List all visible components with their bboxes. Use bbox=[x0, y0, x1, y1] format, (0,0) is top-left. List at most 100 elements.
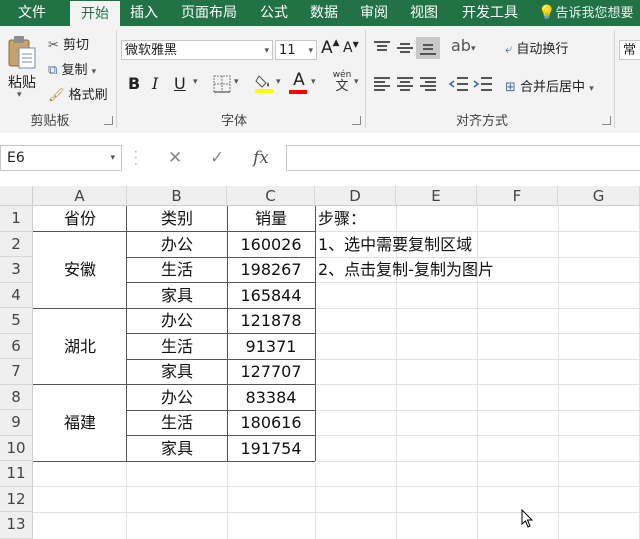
align-right-icon[interactable] bbox=[419, 76, 437, 92]
orientation-icon[interactable]: ab▾ bbox=[451, 36, 476, 55]
grow-font-button[interactable]: A▲ bbox=[321, 38, 340, 58]
tab-home[interactable]: 开始 bbox=[70, 1, 120, 27]
table-cell-category[interactable]: 生活 bbox=[127, 257, 227, 282]
font-size-combo[interactable]: 11 ▾ bbox=[275, 40, 317, 60]
table-cell-sales[interactable]: 83384 bbox=[227, 385, 315, 410]
table-cell-category[interactable]: 办公 bbox=[127, 232, 227, 257]
select-all-corner[interactable] bbox=[0, 186, 33, 206]
chevron-down-icon[interactable]: ▾ bbox=[589, 84, 594, 94]
column-header-f[interactable]: F bbox=[477, 186, 558, 206]
paste-button[interactable]: 粘贴 bbox=[8, 72, 36, 92]
table-cell-category[interactable]: 家具 bbox=[127, 436, 227, 461]
name-box[interactable]: E6 ▾ bbox=[0, 145, 122, 171]
wrap-text-button[interactable]: ⤶ 自动换行 bbox=[505, 38, 568, 57]
header-cell-sales[interactable]: 销量 bbox=[227, 206, 315, 231]
note-cell[interactable]: 步骤： bbox=[318, 206, 366, 231]
font-name-combo[interactable]: 微软雅黑 ▾ bbox=[121, 40, 273, 60]
table-cell-sales[interactable]: 91371 bbox=[227, 334, 315, 359]
formula-input[interactable] bbox=[286, 145, 640, 171]
underline-dropdown-icon[interactable]: ▾ bbox=[193, 77, 198, 87]
alignment-launcher-icon[interactable] bbox=[602, 116, 611, 125]
row-header[interactable]: 3 bbox=[0, 257, 33, 283]
column-header-b[interactable]: B bbox=[127, 186, 227, 206]
table-cell-category[interactable]: 生活 bbox=[127, 334, 227, 359]
copy-dropdown-icon[interactable]: ▾ bbox=[92, 67, 97, 77]
merged-cell-province[interactable]: 安徽 bbox=[33, 257, 127, 282]
italic-button[interactable]: I bbox=[152, 74, 158, 93]
row-header[interactable]: 5 bbox=[0, 308, 33, 334]
cancel-icon[interactable]: ✕ bbox=[168, 145, 182, 171]
table-cell-sales[interactable]: 198267 bbox=[227, 257, 315, 282]
tab-view[interactable]: 视图 bbox=[404, 0, 444, 26]
font-launcher-icon[interactable] bbox=[352, 116, 361, 125]
table-cell-sales[interactable]: 180616 bbox=[227, 410, 315, 435]
tab-page-layout[interactable]: 页面布局 bbox=[174, 0, 244, 26]
tell-me-search[interactable]: 💡告诉我您想要 bbox=[538, 0, 633, 26]
merge-center-button[interactable]: ⊞ 合并后居中 ▾ bbox=[505, 76, 594, 95]
increase-indent-icon[interactable] bbox=[473, 76, 493, 92]
font-color-icon[interactable]: A bbox=[289, 71, 309, 95]
row-header[interactable]: 7 bbox=[0, 359, 33, 385]
table-cell-category[interactable]: 家具 bbox=[127, 359, 227, 384]
borders-icon[interactable] bbox=[213, 75, 231, 93]
column-header-g[interactable]: G bbox=[558, 186, 640, 206]
table-cell-sales[interactable]: 127707 bbox=[227, 359, 315, 384]
underline-button[interactable]: U bbox=[174, 74, 186, 93]
fill-color-dropdown-icon[interactable]: ▾ bbox=[276, 77, 281, 87]
cut-button[interactable]: ✂ 剪切 bbox=[48, 34, 89, 53]
insert-function-button[interactable]: fx bbox=[253, 145, 269, 171]
phonetic-dropdown-icon[interactable]: ▾ bbox=[354, 77, 359, 87]
table-cell-category[interactable]: 生活 bbox=[127, 410, 227, 435]
table-cell-category[interactable]: 办公 bbox=[127, 385, 227, 410]
table-cell-sales[interactable]: 165844 bbox=[227, 283, 315, 308]
fill-color-icon[interactable] bbox=[254, 72, 274, 94]
table-cell-sales[interactable]: 121878 bbox=[227, 308, 315, 333]
enter-icon[interactable]: ✓ bbox=[210, 145, 224, 171]
tab-insert[interactable]: 插入 bbox=[124, 0, 164, 26]
row-header[interactable]: 2 bbox=[0, 231, 33, 257]
tab-data[interactable]: 数据 bbox=[304, 0, 344, 26]
note-cell[interactable]: 1、选中需要复制区域 bbox=[318, 232, 472, 257]
row-header[interactable]: 1 bbox=[0, 206, 33, 232]
column-header-a[interactable]: A bbox=[33, 186, 127, 206]
row-header[interactable]: 12 bbox=[0, 486, 33, 512]
format-painter-button[interactable]: 🖌 格式刷 bbox=[48, 84, 108, 103]
table-cell-category[interactable]: 办公 bbox=[127, 308, 227, 333]
column-header-d[interactable]: D bbox=[315, 186, 396, 206]
align-middle-icon[interactable] bbox=[396, 40, 414, 56]
merged-cell-province[interactable]: 湖北 bbox=[33, 334, 127, 359]
align-bottom-icon[interactable] bbox=[416, 37, 440, 59]
row-header[interactable]: 9 bbox=[0, 410, 33, 436]
row-header[interactable]: 6 bbox=[0, 333, 33, 359]
borders-dropdown-icon[interactable]: ▾ bbox=[234, 77, 239, 87]
table-cell-sales[interactable]: 160026 bbox=[227, 232, 315, 257]
phonetic-button[interactable]: wén 文 bbox=[332, 70, 352, 93]
note-cell[interactable]: 2、点击复制-复制为图片 bbox=[318, 257, 494, 282]
tab-review[interactable]: 审阅 bbox=[354, 0, 394, 26]
shrink-font-button[interactable]: A▼ bbox=[343, 40, 359, 56]
tab-developer[interactable]: 开发工具 bbox=[454, 0, 526, 26]
row-header[interactable]: 13 bbox=[0, 512, 33, 539]
paste-icon[interactable] bbox=[6, 34, 38, 70]
tab-file[interactable]: 文件 bbox=[4, 0, 60, 26]
align-top-icon[interactable] bbox=[373, 40, 391, 56]
align-left-icon[interactable] bbox=[373, 76, 391, 92]
row-header[interactable]: 8 bbox=[0, 384, 33, 410]
merged-cell-province[interactable]: 福建 bbox=[33, 410, 127, 435]
align-center-icon[interactable] bbox=[396, 76, 414, 92]
font-color-dropdown-icon[interactable]: ▾ bbox=[311, 77, 316, 87]
bold-button[interactable]: B bbox=[128, 74, 140, 93]
table-cell-sales[interactable]: 191754 bbox=[227, 436, 315, 461]
copy-button[interactable]: ⧉ 复制 ▾ bbox=[48, 59, 96, 78]
table-cell-category[interactable]: 家具 bbox=[127, 283, 227, 308]
row-header[interactable]: 10 bbox=[0, 435, 33, 461]
header-cell-category[interactable]: 类别 bbox=[127, 206, 227, 231]
number-format-combo[interactable]: 常规 bbox=[619, 40, 640, 60]
row-header[interactable]: 4 bbox=[0, 282, 33, 308]
row-header[interactable]: 11 bbox=[0, 461, 33, 487]
decrease-indent-icon[interactable] bbox=[448, 76, 469, 92]
paste-dropdown-icon[interactable]: ▾ bbox=[17, 90, 22, 100]
tab-formulas[interactable]: 公式 bbox=[254, 0, 294, 26]
clipboard-launcher-icon[interactable] bbox=[104, 116, 113, 125]
column-header-c[interactable]: C bbox=[227, 186, 315, 206]
